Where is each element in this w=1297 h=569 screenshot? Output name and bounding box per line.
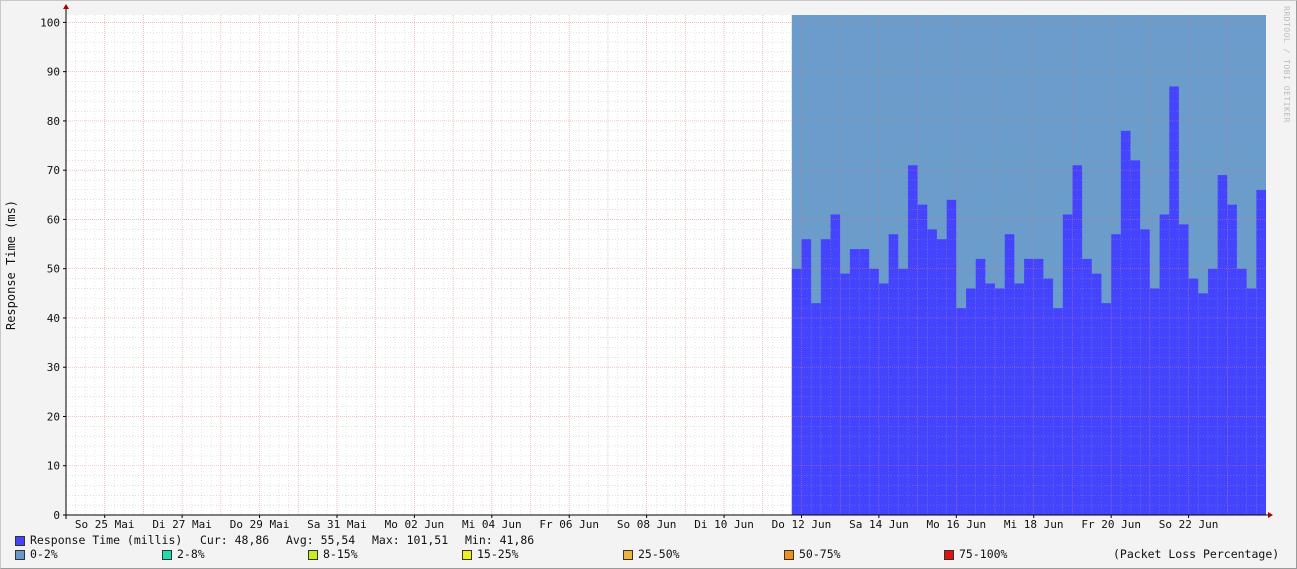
x-tick-label: Mi 18 Jun [1004, 518, 1064, 531]
y-tick-label: 90 [47, 66, 60, 79]
response-time-bar [1246, 288, 1257, 515]
response-time-bar [966, 288, 976, 515]
legend-cur-value: Cur: 48,86 [200, 533, 270, 547]
response-time-bar [898, 268, 908, 515]
loss-swatch-3 [462, 550, 472, 560]
response-time-bar [1198, 293, 1208, 515]
response-time-bar [1101, 303, 1112, 515]
loss-swatch-1 [162, 550, 172, 560]
loss-label-0: 0-2% [30, 547, 58, 561]
response-time-bar [869, 268, 879, 515]
response-time-bar [830, 214, 841, 515]
x-tick-label: Do 29 Mai [230, 518, 290, 531]
response-time-bar [1149, 288, 1160, 515]
packet-loss-caption: (Packet Loss Percentage) [1113, 547, 1280, 561]
legend-avg-value: Avg: 55,54 [286, 533, 356, 547]
response-time-bar [1111, 234, 1121, 515]
response-time-bar [859, 248, 870, 515]
response-time-bar [801, 239, 812, 515]
x-tick-label: Mo 02 Jun [385, 518, 445, 531]
response-time-bar [1207, 268, 1218, 515]
response-time-bar [1062, 214, 1073, 515]
x-tick-label: Sa 14 Jun [849, 518, 909, 531]
loss-label-5: 50-75% [799, 547, 841, 561]
loss-label-3: 15-25% [477, 547, 519, 561]
response-time-legend-label: Response Time (millis) [30, 533, 183, 547]
response-time-chart: 0 10 20 30 40 50 60 70 80 90 100 So 25 Mai Di 27 Mai… [4, 4, 1273, 531]
response-time-bar [1159, 214, 1170, 515]
response-time-bar [995, 288, 1005, 515]
response-time-bar [907, 165, 918, 515]
x-tick-label: Fr 06 Jun [539, 518, 599, 531]
x-tick-label: So 08 Jun [617, 518, 677, 531]
legend-min-value: Min: 41,86 [465, 533, 535, 547]
response-time-bar [1227, 204, 1237, 516]
x-axis-arrow [1268, 512, 1273, 518]
loss-swatch-0 [15, 550, 25, 560]
loss-label-4: 25-50% [638, 547, 680, 561]
loss-label-2: 8-15% [323, 547, 358, 561]
x-tick-label: Fr 20 Jun [1081, 518, 1141, 531]
x-tick-label: Di 27 Mai [152, 518, 212, 531]
y-tick-label: 0 [53, 509, 60, 522]
y-tick-label: 30 [47, 361, 60, 374]
loss-swatch-5 [784, 550, 794, 560]
x-tick-label: Sa 31 Mai [307, 518, 367, 531]
x-tick-label: So 22 Jun [1159, 518, 1219, 531]
y-axis-arrow [63, 4, 69, 9]
loss-swatch-4 [623, 550, 633, 560]
loss-swatch-6 [944, 550, 954, 560]
response-time-bar [1053, 308, 1063, 515]
response-time-bar [1256, 189, 1266, 516]
response-time-bar [1217, 175, 1228, 516]
response-time-swatch [15, 536, 25, 546]
rrdtool-watermark: RRDTOOL / TOBI OETIKER [1282, 6, 1291, 123]
y-tick-label: 40 [47, 312, 60, 325]
response-time-bar [1236, 268, 1247, 515]
response-time-bar [849, 248, 860, 515]
response-time-bar [1140, 229, 1150, 516]
y-tick-label: 70 [47, 164, 60, 177]
response-time-bar [927, 229, 937, 516]
response-time-bar [840, 273, 850, 515]
loss-label-6: 75-100% [959, 547, 1008, 561]
response-time-bar [888, 234, 899, 515]
response-time-bar [975, 258, 986, 515]
response-time-bar [1120, 130, 1131, 515]
response-time-bar [1072, 165, 1083, 515]
legend-max-value: Max: 101,51 [372, 533, 449, 547]
y-tick-label: 80 [47, 115, 60, 128]
response-time-bar [1004, 234, 1015, 515]
response-time-bar [1178, 224, 1189, 515]
response-time-bar [917, 204, 928, 516]
response-time-bar [956, 308, 966, 515]
y-tick-label: 100 [40, 16, 60, 29]
y-tick-label: 50 [47, 263, 60, 276]
response-time-bar [811, 303, 821, 515]
x-tick-label: Do 12 Jun [772, 518, 832, 531]
response-time-bar [1188, 278, 1199, 515]
x-tick-label: Mo 16 Jun [927, 518, 987, 531]
x-tick-label: Di 10 Jun [694, 518, 754, 531]
y-tick-label: 60 [47, 213, 60, 226]
response-time-bar [791, 268, 802, 515]
y-tick-label: 10 [47, 460, 60, 473]
response-time-bar [1091, 273, 1102, 515]
x-tick-label: Mi 04 Jun [462, 518, 522, 531]
y-axis-title: Response Time (ms) [4, 200, 18, 330]
loss-label-1: 2-8% [177, 547, 205, 561]
y-tick-label: 20 [47, 410, 60, 423]
loss-swatch-2 [308, 550, 318, 560]
x-tick-label: So 25 Mai [75, 518, 135, 531]
